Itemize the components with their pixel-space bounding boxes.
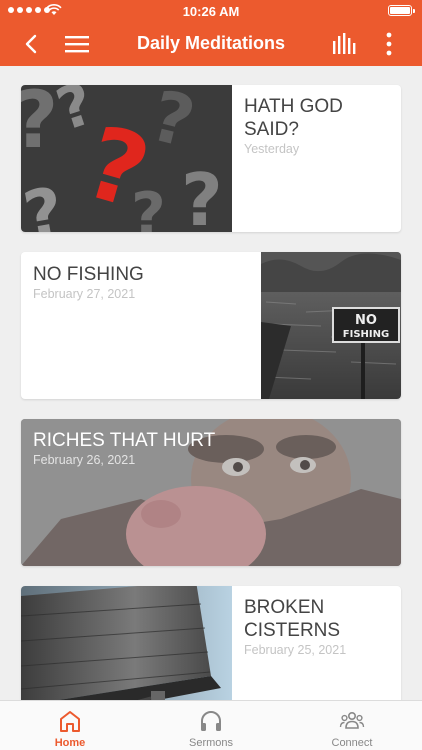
tab-bar: Home Sermons Connect [0, 700, 422, 750]
tab-sermons[interactable]: Sermons [141, 701, 281, 750]
battery-icon [388, 5, 415, 16]
svg-text:FISHING: FISHING [343, 329, 389, 340]
navigation-bar: Daily Meditations [0, 22, 422, 66]
tab-label: Sermons [188, 737, 234, 749]
tab-home[interactable]: Home [0, 701, 140, 750]
status-time: 10:26 AM [182, 4, 240, 19]
page-title: Daily Meditations [136, 33, 286, 53]
meditation-card[interactable]: ? ? ? ? ? ? ? HATH GOD SAID? Yesterday [21, 85, 401, 232]
card-title: HATH GOD SAID? [244, 96, 343, 140]
status-bar: 10:26 AM [0, 0, 422, 22]
card-title: NO FISHING [33, 264, 144, 285]
app-header: 10:26 AM Daily Meditations [0, 0, 422, 66]
more-options-icon[interactable] [380, 30, 398, 58]
tab-label: Connect [331, 737, 373, 749]
meditation-card[interactable]: NO FISHING February 27, 2021 NO FISHING [21, 252, 401, 399]
svg-text:NO: NO [355, 313, 377, 328]
svg-text:?: ? [181, 158, 223, 232]
card-date: Yesterday [244, 142, 300, 156]
home-icon [60, 711, 80, 732]
red-question-mark-image: ? ? ? ? ? ? ? [21, 85, 232, 232]
audio-levels-icon[interactable] [331, 32, 357, 56]
headphones-icon [201, 711, 221, 731]
card-date: February 26, 2021 [33, 453, 136, 467]
card-date: February 25, 2021 [244, 643, 347, 657]
card-title: BROKEN CISTERNS [244, 597, 341, 641]
card-title: RICHES THAT HURT [33, 430, 216, 451]
svg-text:?: ? [21, 85, 58, 166]
people-icon [339, 712, 365, 729]
tab-connect[interactable]: Connect [282, 701, 422, 750]
meditation-card[interactable]: RICHES THAT HURT February 26, 2021 [21, 419, 401, 566]
no-fishing-sign-image: NO FISHING [261, 252, 401, 399]
tab-label: Home [54, 737, 86, 749]
card-date: February 27, 2021 [33, 287, 136, 301]
